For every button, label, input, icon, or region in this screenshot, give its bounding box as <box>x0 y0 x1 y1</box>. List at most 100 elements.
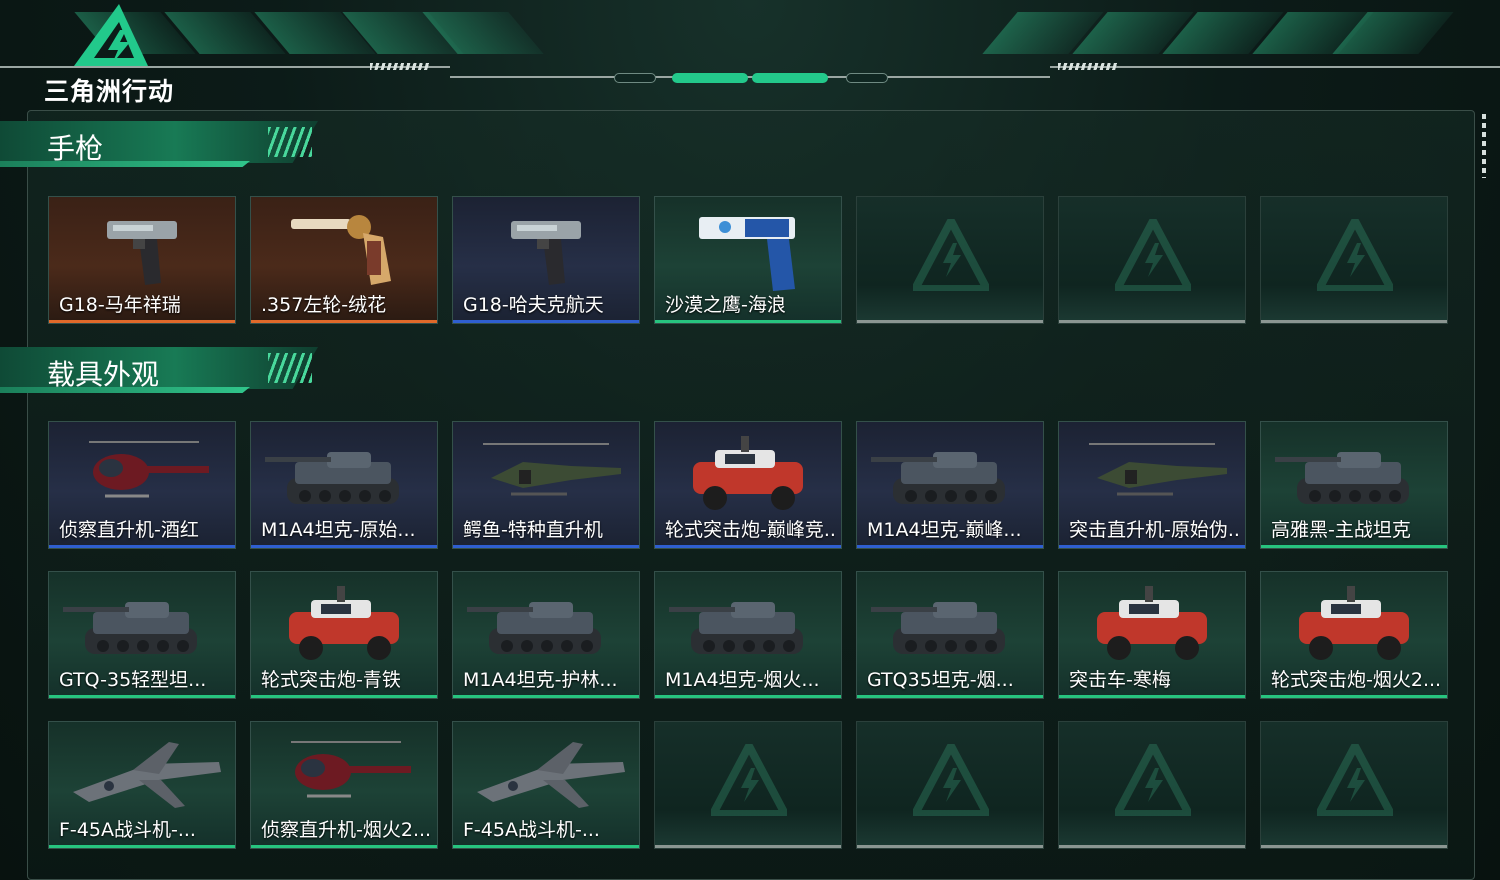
item-label: M1A4坦克-巅峰... <box>867 519 1022 541</box>
empty-slot[interactable] <box>856 721 1044 849</box>
placeholder-logo-icon <box>1115 219 1191 291</box>
attack-helicopter-icon <box>1089 443 1227 496</box>
item-card[interactable]: 高雅黑-主战坦克 <box>1260 421 1448 549</box>
page-indicator-active[interactable] <box>672 73 748 83</box>
rarity-bar <box>49 695 235 698</box>
empty-slot[interactable] <box>856 196 1044 324</box>
item-label: 轮式突击炮-青铁 <box>261 669 401 691</box>
rarity-bar <box>1059 845 1245 848</box>
page-indicator-active[interactable] <box>752 73 828 83</box>
item-card[interactable]: 突击直升机-原始伪... <box>1058 421 1246 549</box>
item-card[interactable]: 沙漠之鹰-海浪 <box>654 196 842 324</box>
rarity-bar <box>251 320 437 323</box>
section-title: 手枪 <box>47 132 104 165</box>
placeholder-logo-icon <box>1317 219 1393 291</box>
tank-icon <box>467 602 601 654</box>
item-card[interactable]: 鳄鱼-特种直升机 <box>452 421 640 549</box>
rarity-bar <box>453 845 639 848</box>
item-card[interactable]: G18-马年祥瑞 <box>48 196 236 324</box>
rarity-bar <box>655 320 841 323</box>
tank-icon <box>871 452 1005 504</box>
rarity-bar <box>1059 695 1245 698</box>
item-label: M1A4坦克-烟火... <box>665 669 820 691</box>
rarity-bar <box>251 695 437 698</box>
header-hash-marks <box>370 63 430 70</box>
pistol-icon <box>107 221 177 285</box>
item-label: 轮式突击炮-烟火2... <box>1271 669 1441 691</box>
rarity-bar <box>1261 845 1447 848</box>
rarity-bar <box>251 845 437 848</box>
revolver-icon <box>291 215 391 285</box>
item-card[interactable]: G18-哈夫克航天 <box>452 196 640 324</box>
helicopter-icon <box>89 441 209 498</box>
rarity-bar <box>1261 695 1447 698</box>
tank-icon <box>669 602 803 654</box>
placeholder-logo-icon <box>711 744 787 816</box>
page-indicator[interactable] <box>614 73 656 83</box>
item-label: M1A4坦克-护林... <box>463 669 618 691</box>
rarity-bar <box>1059 545 1245 548</box>
item-card[interactable]: M1A4坦克-巅峰... <box>856 421 1044 549</box>
item-card[interactable]: 侦察直升机-烟火2... <box>250 721 438 849</box>
rarity-bar <box>453 695 639 698</box>
rarity-bar <box>857 320 1043 323</box>
placeholder-logo-icon <box>1317 744 1393 816</box>
rarity-bar <box>49 545 235 548</box>
rarity-bar <box>1261 320 1447 323</box>
section-title: 载具外观 <box>47 358 160 391</box>
page-indicator[interactable] <box>846 73 888 83</box>
rarity-bar <box>49 845 235 848</box>
item-card[interactable]: M1A4坦克-护林... <box>452 571 640 699</box>
rarity-bar <box>49 320 235 323</box>
empty-slot[interactable] <box>1058 721 1246 849</box>
item-label: 轮式突击炮-巅峰竞... <box>665 519 835 541</box>
item-card[interactable]: 侦察直升机-酒红 <box>48 421 236 549</box>
rarity-bar <box>1261 545 1447 548</box>
rarity-bar <box>251 545 437 548</box>
attack-helicopter-icon <box>483 443 621 496</box>
item-card[interactable]: 轮式突击炮-巅峰竞... <box>654 421 842 549</box>
helicopter-icon <box>291 741 411 798</box>
item-card[interactable]: .357左轮-绒花 <box>250 196 438 324</box>
pistol-icon <box>511 221 581 285</box>
empty-slot[interactable] <box>1260 196 1448 324</box>
item-label: GTQ35坦克-烟... <box>867 669 1014 691</box>
rarity-bar <box>453 545 639 548</box>
header-hash-marks <box>1058 63 1118 70</box>
item-card[interactable]: GTQ35坦克-烟... <box>856 571 1044 699</box>
item-card[interactable]: M1A4坦克-烟火... <box>654 571 842 699</box>
desert-eagle-icon <box>699 217 795 291</box>
rarity-bar <box>857 695 1043 698</box>
armored-car-icon <box>289 586 399 660</box>
item-label: F-45A战斗机-... <box>59 819 196 841</box>
item-label: 侦察直升机-酒红 <box>59 519 199 541</box>
rarity-bar <box>857 845 1043 848</box>
item-label: GTQ-35轻型坦... <box>59 669 207 691</box>
scrollbar[interactable] <box>1482 114 1486 178</box>
item-card[interactable]: M1A4坦克-原始... <box>250 421 438 549</box>
item-label: 侦察直升机-烟火2... <box>261 819 431 841</box>
item-label: G18-哈夫克航天 <box>463 294 604 316</box>
item-card[interactable]: 突击车-寒梅 <box>1058 571 1246 699</box>
placeholder-logo-icon <box>913 744 989 816</box>
rarity-bar <box>655 845 841 848</box>
item-card[interactable]: 轮式突击炮-烟火2... <box>1260 571 1448 699</box>
rarity-bar <box>1059 320 1245 323</box>
empty-slot[interactable] <box>1260 721 1448 849</box>
empty-slot[interactable] <box>1058 196 1246 324</box>
armored-car-icon <box>1299 586 1409 660</box>
empty-slot[interactable] <box>654 721 842 849</box>
item-label: M1A4坦克-原始... <box>261 519 416 541</box>
section-header-vehicles: 载具外观 <box>0 347 330 399</box>
item-label: 突击直升机-原始伪... <box>1069 519 1239 541</box>
item-card[interactable]: F-45A战斗机-... <box>48 721 236 849</box>
rarity-bar <box>453 320 639 323</box>
item-label: 沙漠之鹰-海浪 <box>665 294 786 316</box>
rarity-bar <box>655 545 841 548</box>
item-card[interactable]: 轮式突击炮-青铁 <box>250 571 438 699</box>
item-card[interactable]: F-45A战斗机-... <box>452 721 640 849</box>
tank-icon <box>871 602 1005 654</box>
item-card[interactable]: GTQ-35轻型坦... <box>48 571 236 699</box>
brand-name: 三角洲行动 <box>44 77 175 106</box>
header-line <box>450 76 1050 78</box>
